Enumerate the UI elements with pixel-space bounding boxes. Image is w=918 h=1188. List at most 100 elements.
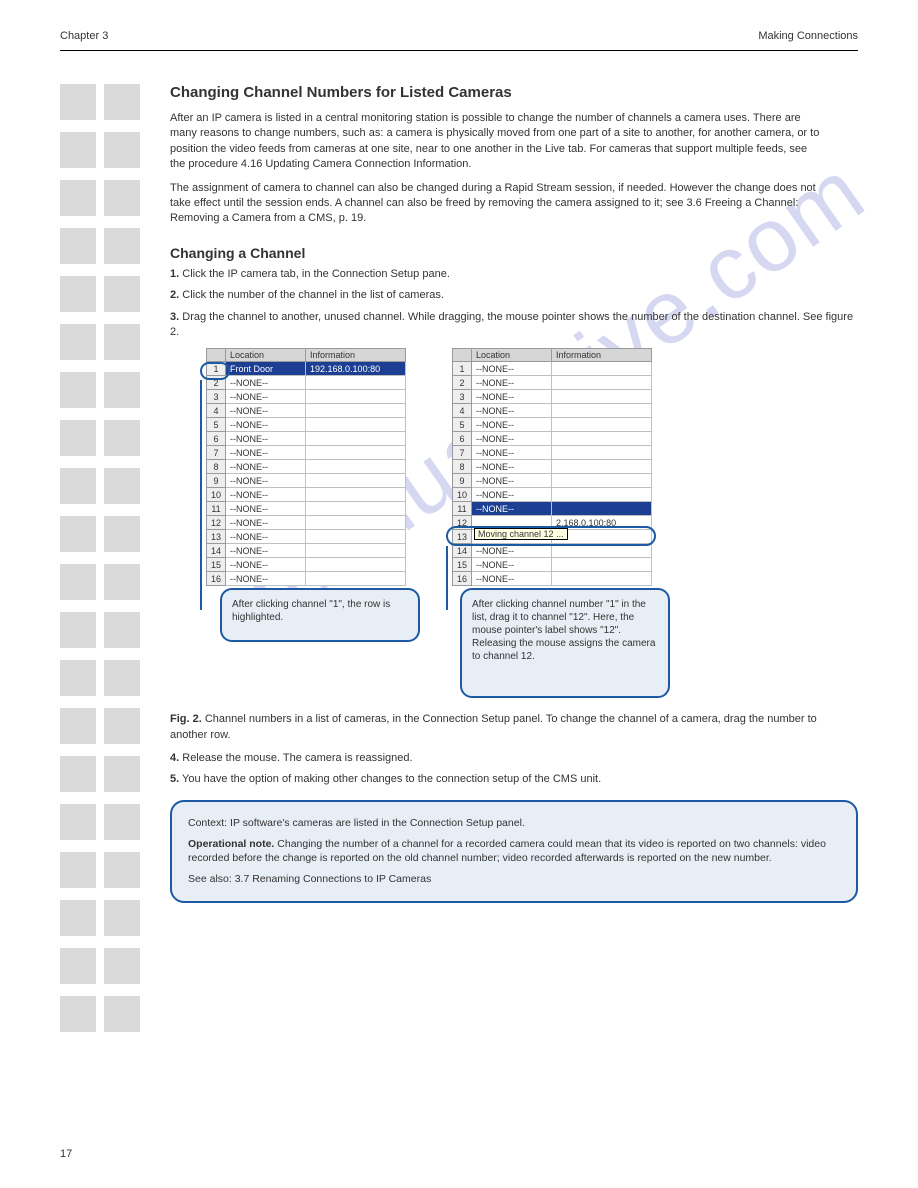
deco-square <box>104 84 140 120</box>
deco-square <box>104 132 140 168</box>
deco-square <box>60 852 96 888</box>
deco-square <box>104 900 140 936</box>
col-information: Information <box>552 349 652 362</box>
col-information: Information <box>306 349 406 362</box>
deco-square <box>60 756 96 792</box>
drag-tooltip: Moving channel 12 ... <box>474 528 568 540</box>
table-row[interactable]: 15--NONE-- <box>207 558 406 572</box>
deco-square <box>104 324 140 360</box>
table-header-row: Location Information <box>207 349 406 362</box>
table-row[interactable]: 13--NONE-- <box>207 530 406 544</box>
callout-line-left <box>200 380 202 610</box>
step-4-text: Release the mouse. The camera is reassig… <box>179 752 412 764</box>
table-row[interactable]: 2--NONE-- <box>207 376 406 390</box>
step-2-text: Click the number of the channel in the l… <box>179 289 444 301</box>
deco-square <box>60 228 96 264</box>
table-row[interactable]: 9--NONE-- <box>453 474 652 488</box>
step-5-text: You have the option of making other chan… <box>179 773 601 785</box>
note-op-text: Changing the number of a channel for a r… <box>188 838 826 865</box>
table-row[interactable]: 9--NONE-- <box>207 474 406 488</box>
deco-square <box>60 180 96 216</box>
step-1-text: Click the IP camera tab, in the Connecti… <box>179 268 450 280</box>
callout-box-right: After clicking channel number "1" in the… <box>460 588 670 698</box>
table-row[interactable]: 5--NONE-- <box>207 418 406 432</box>
table-row[interactable]: 11--NONE-- <box>453 502 652 516</box>
deco-square <box>104 372 140 408</box>
deco-square <box>60 996 96 1032</box>
table-row[interactable]: 12--NONE-- <box>207 516 406 530</box>
table-row[interactable]: 7--NONE-- <box>453 446 652 460</box>
step-3-num: 3. <box>170 311 179 323</box>
step-2-num: 2. <box>170 289 179 301</box>
table-row[interactable]: 4--NONE-- <box>207 404 406 418</box>
table-header-row: Location Information <box>453 349 652 362</box>
col-location: Location <box>226 349 306 362</box>
table-row[interactable]: 6--NONE-- <box>453 432 652 446</box>
deco-square <box>104 660 140 696</box>
deco-square <box>60 324 96 360</box>
table-row[interactable]: 4--NONE-- <box>453 404 652 418</box>
callout-line-right <box>446 546 448 610</box>
intro-paragraph-2: The assignment of camera to channel can … <box>170 181 820 227</box>
step-5-num: 5. <box>170 773 179 785</box>
deco-square <box>104 804 140 840</box>
intro-paragraph-1: After an IP camera is listed in a centra… <box>170 111 820 173</box>
figure-caption: Channel numbers in a list of cameras, in… <box>170 713 817 740</box>
note-op-label: Operational note. <box>188 838 277 850</box>
deco-square <box>60 516 96 552</box>
operational-note-box: Context: IP software's cameras are liste… <box>170 800 858 903</box>
col-num <box>207 349 226 362</box>
channel-table-right: Moving channel 12 ... Location Informati… <box>452 348 652 586</box>
deco-square <box>60 84 96 120</box>
deco-square <box>60 708 96 744</box>
deco-square <box>104 996 140 1032</box>
table-row[interactable]: 6--NONE-- <box>207 432 406 446</box>
deco-square <box>104 276 140 312</box>
table-row[interactable]: 2--NONE-- <box>453 376 652 390</box>
note-context: Context: IP software's cameras are liste… <box>188 816 840 831</box>
table-row[interactable]: 8--NONE-- <box>453 460 652 474</box>
sidebar-squares <box>60 84 140 1032</box>
deco-square <box>104 756 140 792</box>
deco-square <box>104 180 140 216</box>
deco-square <box>60 132 96 168</box>
col-num <box>453 349 472 362</box>
figure-label: Fig. 2. <box>170 713 202 725</box>
table-row[interactable]: 8--NONE-- <box>207 460 406 474</box>
deco-square <box>104 420 140 456</box>
page-header: Chapter 3 Making Connections <box>60 30 858 42</box>
table-row[interactable]: 3--NONE-- <box>453 390 652 404</box>
deco-square <box>60 276 96 312</box>
table-row[interactable]: 16--NONE-- <box>207 572 406 586</box>
deco-square <box>60 612 96 648</box>
table-row[interactable]: 14--NONE-- <box>207 544 406 558</box>
deco-square <box>60 420 96 456</box>
step-1-num: 1. <box>170 268 179 280</box>
deco-square <box>104 564 140 600</box>
table-row[interactable]: 7--NONE-- <box>207 446 406 460</box>
step-4-num: 4. <box>170 752 179 764</box>
table-row[interactable]: 16--NONE-- <box>453 572 652 586</box>
deco-square <box>60 468 96 504</box>
section-heading: Changing Channel Numbers for Listed Came… <box>170 84 858 101</box>
deco-square <box>104 852 140 888</box>
table-row[interactable]: 15--NONE-- <box>453 558 652 572</box>
deco-square <box>104 468 140 504</box>
col-location: Location <box>472 349 552 362</box>
table-row[interactable]: 1--NONE-- <box>453 362 652 376</box>
deco-square <box>104 516 140 552</box>
page-number: 17 <box>60 1148 72 1160</box>
table-row[interactable]: 3--NONE-- <box>207 390 406 404</box>
deco-square <box>104 708 140 744</box>
deco-square <box>104 612 140 648</box>
table-row[interactable]: 1Front Door192.168.0.100:80 <box>207 362 406 376</box>
table-row[interactable]: 10--NONE-- <box>453 488 652 502</box>
table-row[interactable]: 10--NONE-- <box>207 488 406 502</box>
deco-square <box>60 900 96 936</box>
table-row[interactable]: 11--NONE-- <box>207 502 406 516</box>
table-row[interactable]: 5--NONE-- <box>453 418 652 432</box>
deco-square <box>104 228 140 264</box>
header-rule <box>60 50 858 51</box>
step-3-text: Drag the channel to another, unused chan… <box>170 311 853 338</box>
deco-square <box>104 948 140 984</box>
